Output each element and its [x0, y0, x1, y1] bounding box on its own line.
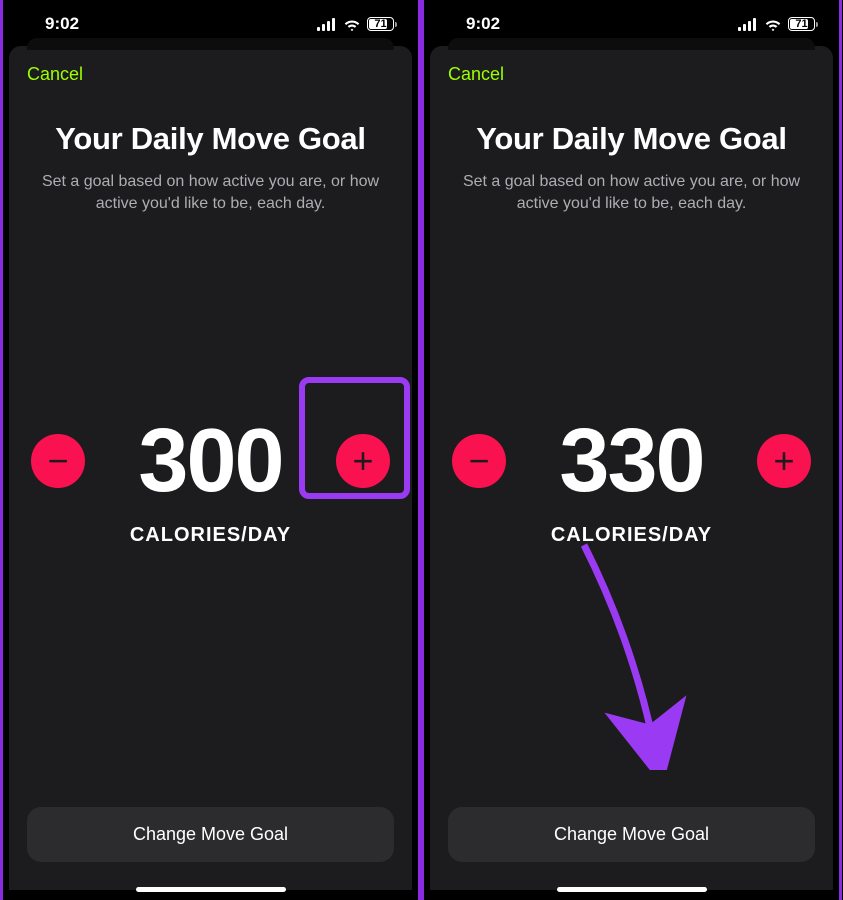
page-title: Your Daily Move Goal — [27, 121, 394, 157]
goal-value: 330 — [559, 416, 703, 506]
battery-indicator: 71 — [367, 17, 394, 31]
increment-button[interactable]: + — [336, 434, 390, 488]
change-move-goal-button[interactable]: Change Move Goal — [448, 807, 815, 862]
increment-button[interactable]: + — [757, 434, 811, 488]
modal-sheet: Cancel Your Daily Move Goal Set a goal b… — [9, 46, 412, 890]
decrement-button[interactable]: − — [31, 434, 85, 488]
plus-icon: + — [352, 443, 373, 479]
plus-icon: + — [773, 443, 794, 479]
wifi-icon — [343, 18, 361, 31]
goal-stepper: − 300 + CALORIES/DAY — [27, 156, 394, 807]
goal-stepper: − 330 + CALORIES/DAY — [448, 156, 815, 807]
modal-sheet: Cancel Your Daily Move Goal Set a goal b… — [430, 46, 833, 890]
goal-unit: CALORIES/DAY — [551, 524, 712, 547]
status-indicators: 71 — [738, 17, 815, 31]
phone-screen-right: 9:02 71 Cancel Your Daily Move Goal Set … — [421, 0, 842, 900]
home-indicator[interactable] — [136, 887, 286, 892]
cancel-button[interactable]: Cancel — [448, 64, 504, 85]
goal-value: 300 — [138, 416, 282, 506]
home-indicator[interactable] — [557, 887, 707, 892]
status-indicators: 71 — [317, 17, 394, 31]
wifi-icon — [764, 18, 782, 31]
cellular-signal-icon — [317, 18, 337, 31]
status-bar: 9:02 71 — [424, 0, 839, 42]
cellular-signal-icon — [738, 18, 758, 31]
decrement-button[interactable]: − — [452, 434, 506, 488]
status-time: 9:02 — [45, 14, 79, 34]
minus-icon: − — [47, 443, 68, 479]
change-move-goal-button[interactable]: Change Move Goal — [27, 807, 394, 862]
battery-indicator: 71 — [788, 17, 815, 31]
status-bar: 9:02 71 — [3, 0, 418, 42]
cancel-button[interactable]: Cancel — [27, 64, 83, 85]
status-time: 9:02 — [466, 14, 500, 34]
goal-unit: CALORIES/DAY — [130, 524, 291, 547]
page-title: Your Daily Move Goal — [448, 121, 815, 157]
minus-icon: − — [468, 443, 489, 479]
phone-screen-left: 9:02 71 Cancel Your Daily Move Goal Set … — [0, 0, 421, 900]
